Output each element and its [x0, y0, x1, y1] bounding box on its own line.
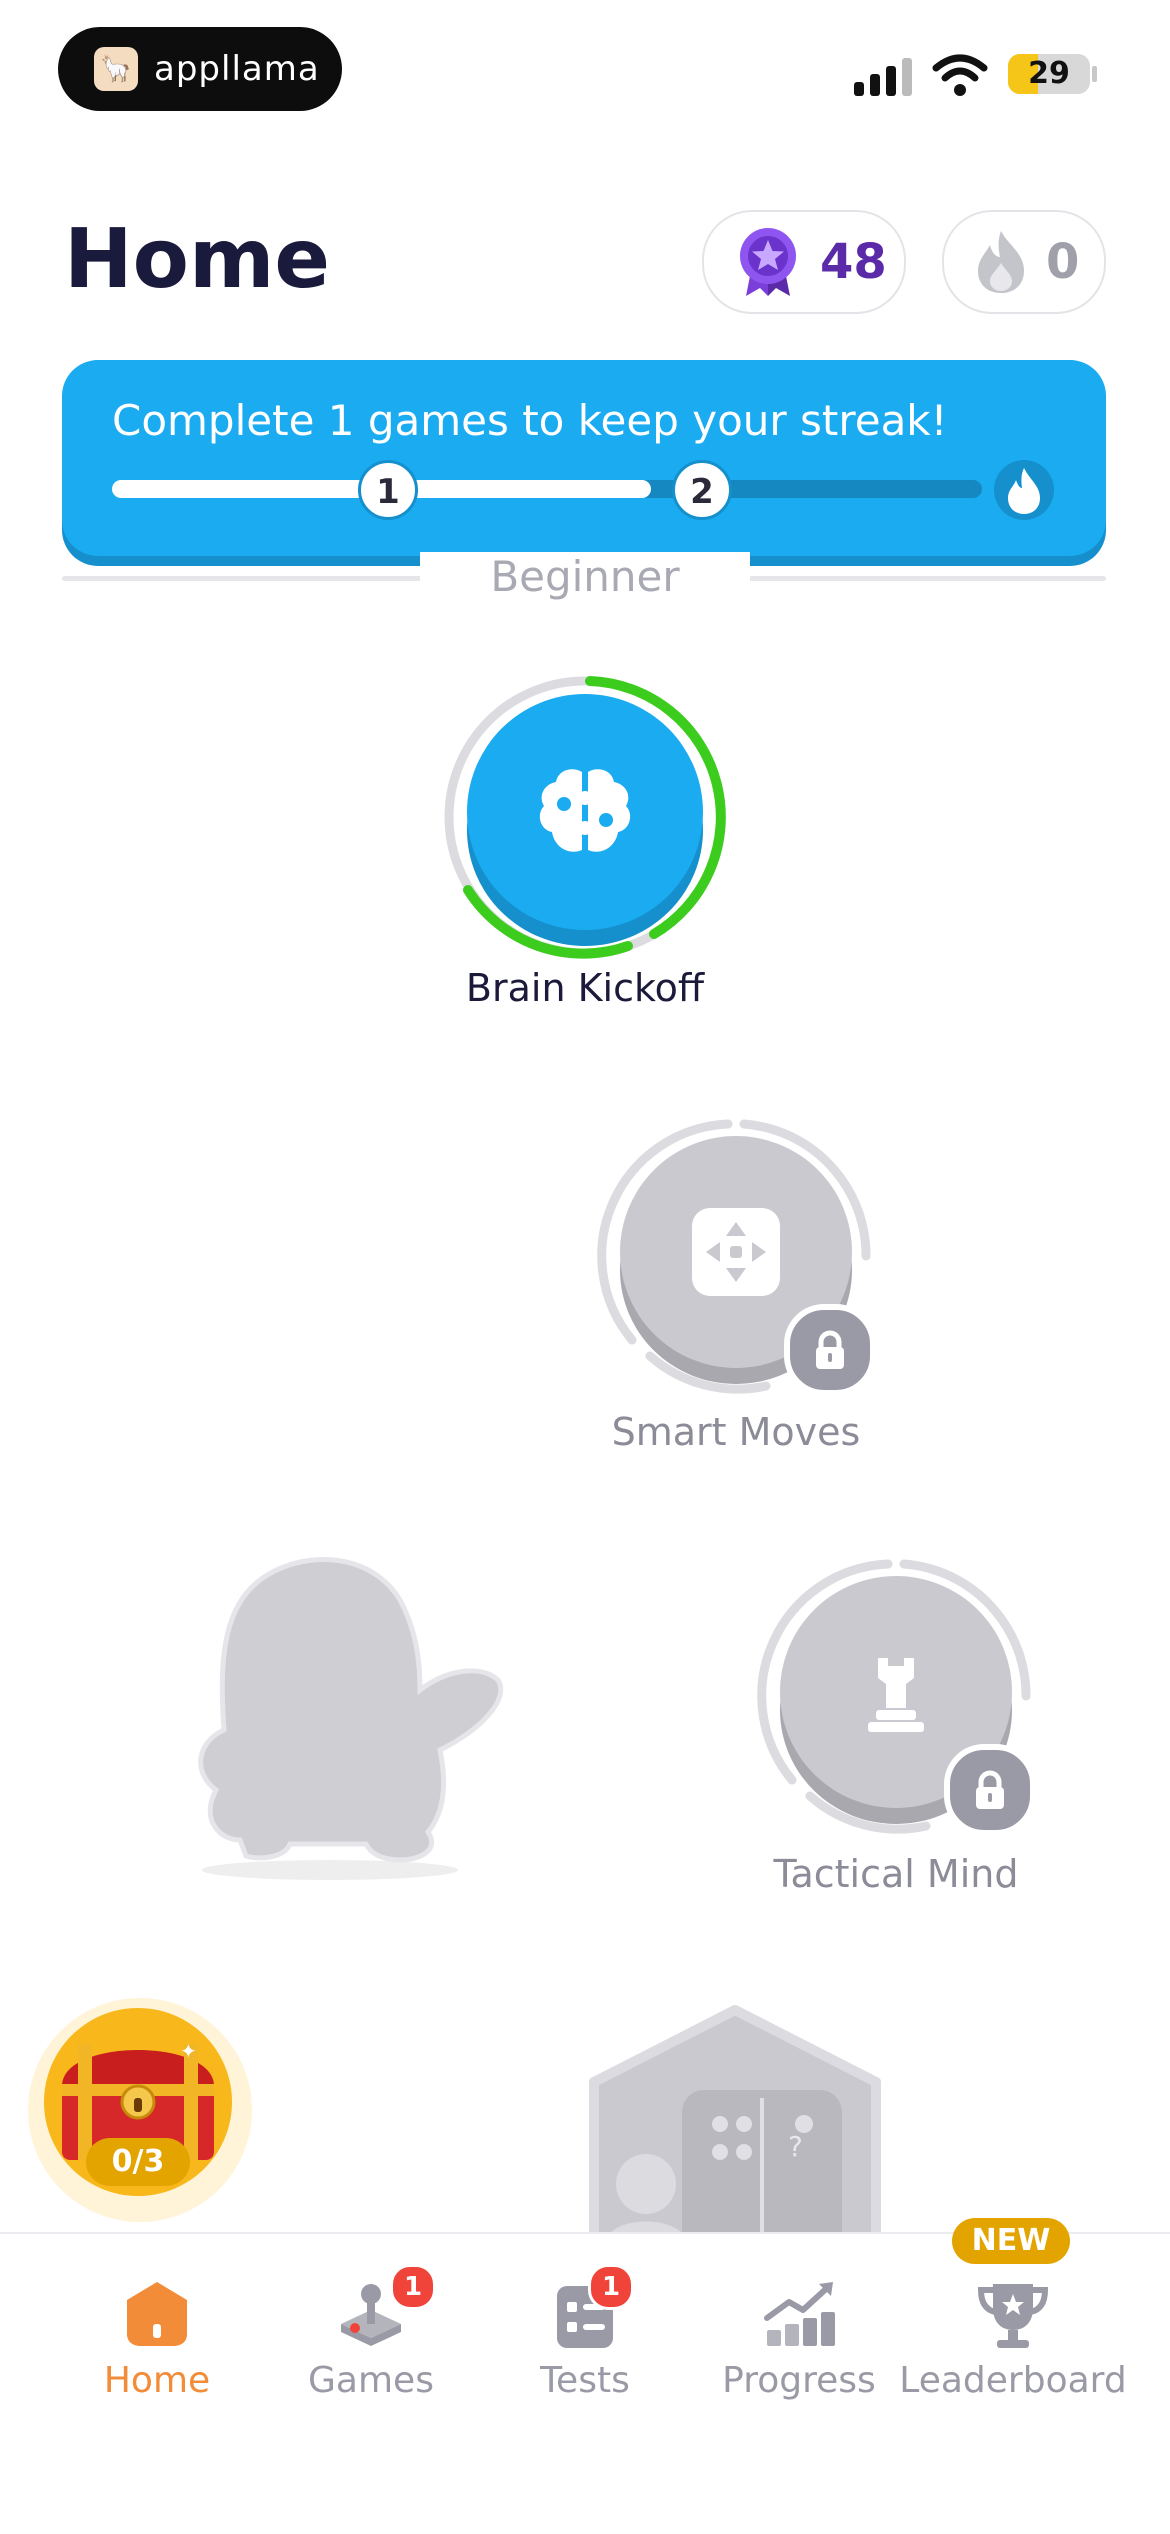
tab-games[interactable]: 1 Games	[264, 2234, 478, 2434]
test-card-frame: ?	[589, 2005, 881, 2232]
section-title: Beginner	[420, 552, 750, 601]
chess-rook-icon	[868, 1658, 924, 1732]
svg-text:?: ?	[788, 2130, 803, 2163]
streak-step-2: 2	[672, 460, 732, 520]
trophy-icon	[977, 2284, 1049, 2348]
streak-step-1: 1	[358, 460, 418, 520]
tab-progress[interactable]: Progress	[692, 2234, 906, 2434]
tab-label: Home	[103, 2360, 211, 2401]
tab-label: Tests	[540, 2360, 630, 2401]
move-arrows-icon	[706, 1222, 766, 1282]
level-node-tactical-mind[interactable]	[756, 1556, 1036, 1836]
streak-progress-bar	[112, 480, 982, 498]
tab-label: Progress	[722, 2360, 876, 2401]
section-divider-right	[746, 576, 1106, 581]
xp-chip[interactable]: 48	[702, 210, 906, 314]
brain-puzzle-icon	[539, 769, 631, 852]
tab-leaderboard[interactable]: Leaderboard	[899, 2234, 1127, 2434]
level-node-test[interactable]: ?	[582, 2004, 888, 2232]
battery-indicator: 29	[1008, 54, 1090, 94]
level-label[interactable]: Brain Kickoff	[385, 966, 785, 1010]
streak-chip[interactable]: 0	[942, 210, 1106, 314]
level-label[interactable]: Smart Moves	[536, 1410, 936, 1454]
wifi-icon	[932, 54, 988, 96]
tests-badge: 1	[588, 2264, 634, 2310]
xp-value: 48	[820, 234, 887, 290]
flame-icon	[978, 231, 1024, 293]
chest-progress: 0/3	[86, 2138, 190, 2186]
streak-goal-flame-icon	[994, 460, 1054, 520]
new-tag: NEW	[952, 2218, 1070, 2264]
streak-message: Complete 1 games to keep your streak!	[112, 396, 948, 445]
bottom-tab-bar: Home 1 Games 1 Tests Progress Leaderboar…	[0, 2232, 1170, 2534]
streak-value: 0	[1046, 234, 1080, 290]
llama-logo-icon: 🦙	[94, 47, 138, 91]
tab-label: Games	[308, 2360, 434, 2401]
treasure-chest-icon: ✦	[28, 1998, 252, 2222]
level-node-smart-moves[interactable]	[596, 1116, 876, 1396]
games-badge: 1	[390, 2264, 436, 2310]
level-node-brain-kickoff[interactable]	[440, 672, 730, 962]
chart-up-icon	[764, 2282, 835, 2346]
streak-banner[interactable]: Complete 1 games to keep your streak! 1 …	[62, 360, 1106, 556]
battery-tip	[1092, 66, 1097, 82]
treasure-chest[interactable]: ✦ 0/3	[20, 1998, 260, 2228]
home-icon	[127, 2282, 187, 2346]
level-label[interactable]: Tactical Mind	[696, 1852, 1096, 1896]
page-title: Home	[64, 212, 331, 307]
star-medal-icon	[740, 228, 796, 296]
tab-tests[interactable]: 1 Tests	[478, 2234, 692, 2434]
lock-icon	[784, 1304, 876, 1396]
app-badge: 🦙 appllama	[58, 27, 342, 111]
tab-home[interactable]: Home	[50, 2234, 264, 2434]
cellular-signal-icon	[854, 58, 912, 96]
section-divider-left	[62, 576, 422, 581]
lock-icon	[944, 1744, 1036, 1836]
tab-label: Leaderboard	[899, 2360, 1127, 2401]
svg-text:✦: ✦	[180, 2039, 197, 2063]
mascot-silhouette	[198, 1557, 504, 1880]
app-name: appllama	[154, 49, 320, 89]
